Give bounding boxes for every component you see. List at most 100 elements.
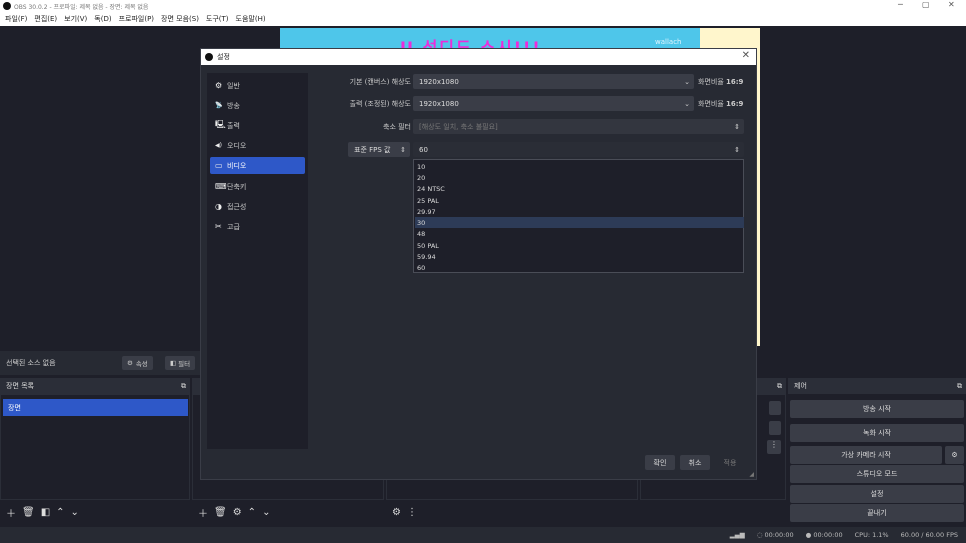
- exit-button[interactable]: 끝내기: [790, 504, 964, 522]
- menu-tools[interactable]: 도구(T): [206, 14, 229, 24]
- output-resolution-label: 출력 (조정된) 해상도: [349, 100, 411, 108]
- remove-scene-button[interactable]: 🗑: [22, 507, 35, 518]
- fps-option[interactable]: 20: [415, 172, 744, 183]
- scenes-dock-header: 장면 목록 ⧉: [0, 378, 190, 394]
- canvas-watermark: wallach: [655, 38, 682, 46]
- sidebar-item-label: 단축키: [227, 182, 247, 191]
- audio-settings-icon[interactable]: ⚙: [392, 507, 401, 518]
- sidebar-item-advanced[interactable]: ✂ 고급: [210, 218, 305, 235]
- output-aspect-ratio: 화면비율 16:9: [698, 100, 744, 108]
- resize-grip-icon[interactable]: ◢: [749, 471, 754, 478]
- menu-edit[interactable]: 편집(E): [34, 14, 57, 24]
- base-resolution-value: 1920x1080: [419, 77, 459, 86]
- menu-profile[interactable]: 프로파일(P): [119, 14, 154, 24]
- downscale-filter-label: 축소 필터: [383, 123, 411, 131]
- fps-value: 60: [419, 145, 428, 154]
- fps-option[interactable]: 24 NTSC: [415, 183, 744, 194]
- base-aspect-ratio: 화면비율 16:9: [698, 78, 744, 86]
- menu-view[interactable]: 보기(V): [64, 14, 87, 24]
- sidebar-item-label: 오디오: [227, 141, 247, 150]
- menu-dock[interactable]: 독(D): [94, 14, 111, 24]
- minimize-button[interactable]: ─: [898, 0, 903, 9]
- sidebar-item-hotkeys[interactable]: ⌨ 단축키: [210, 178, 305, 195]
- keyboard-icon: ⌨: [215, 182, 227, 191]
- fps-option[interactable]: 60: [415, 262, 744, 273]
- add-source-button[interactable]: ＋: [198, 505, 208, 520]
- sidebar-item-audio[interactable]: ◀) 오디오: [210, 137, 305, 154]
- sidebar-item-accessibility[interactable]: ◑ 접근성: [210, 198, 305, 215]
- start-streaming-button[interactable]: 방송 시작: [790, 400, 964, 418]
- source-up-button[interactable]: ⌃: [248, 507, 256, 518]
- add-scene-button[interactable]: ＋: [6, 505, 16, 520]
- signal-icon: ▂▄▆: [729, 531, 745, 539]
- properties-button[interactable]: ⚙ 속성: [122, 356, 153, 370]
- studio-mode-button[interactable]: 스튜디오 모드: [790, 465, 964, 483]
- status-bar: ▂▄▆ ◌ 00:00:00 ● 00:00:00 CPU: 1.1% 60.0…: [0, 527, 966, 543]
- fps-option[interactable]: 50 PAL: [415, 240, 744, 251]
- fps-type-combo[interactable]: 표준 FPS 값 ⇕: [348, 142, 410, 157]
- fps-option-highlighted[interactable]: 30: [415, 217, 744, 229]
- undock-icon[interactable]: ⧉: [957, 382, 962, 391]
- downscale-filter-combo: [해상도 일치, 축소 불필요] ⇕: [413, 119, 744, 134]
- settings-dialog: 설정 ✕ ⚙ 일반 📡 방송 🖳 출력 ◀) 오디오 ▭ 비디오 ⌨ 단축키 ◑ 접근성 ✂ 고…: [200, 48, 757, 480]
- fps-option[interactable]: 59.94: [415, 251, 744, 262]
- ok-button[interactable]: 확인: [645, 455, 675, 470]
- menu-help[interactable]: 도움말(H): [236, 14, 266, 24]
- source-toolbar: 선택된 소스 없음 ⚙ 속성 ◧ 필터: [0, 351, 200, 375]
- record-status: ● 00:00:00: [805, 531, 843, 539]
- start-virtual-camera-button[interactable]: 가상 카메라 시작: [790, 446, 942, 464]
- monitor-icon: ▭: [215, 161, 223, 170]
- base-resolution-combo[interactable]: 1920x1080 ⌄: [413, 74, 694, 89]
- start-recording-button[interactable]: 녹화 시작: [790, 424, 964, 442]
- source-down-button[interactable]: ⌄: [262, 507, 270, 518]
- scene-item[interactable]: 장면: [3, 399, 188, 416]
- cpu-usage: CPU: 1.1%: [854, 531, 889, 539]
- sidebar-item-label: 접근성: [227, 202, 247, 211]
- scenes-list: 장면: [0, 394, 190, 500]
- close-window-button[interactable]: ✕: [948, 0, 955, 9]
- fps-dropdown-list: 10 20 24 NTSC 25 PAL 29.97 30 48 50 PAL …: [413, 159, 744, 273]
- fps-option[interactable]: 48: [415, 228, 744, 239]
- close-dialog-button[interactable]: ✕: [742, 50, 750, 61]
- output-resolution-combo[interactable]: 1920x1080 ⌄: [413, 96, 694, 111]
- duration-spinner[interactable]: [769, 421, 781, 435]
- virtual-camera-settings-button[interactable]: ⚙: [945, 446, 964, 464]
- transition-select[interactable]: [769, 401, 781, 415]
- source-settings-button[interactable]: ⚙: [233, 507, 242, 518]
- settings-title: 설정: [217, 53, 230, 61]
- move-down-button[interactable]: ⌄: [71, 507, 79, 518]
- scenes-toolbar: ＋ 🗑 ◧ ⌃ ⌄: [0, 500, 190, 524]
- updown-icon: ⇕: [734, 122, 740, 131]
- scenes-dock-title: 장면 목록: [6, 382, 34, 390]
- undock-icon[interactable]: ⧉: [181, 382, 186, 391]
- fps-option[interactable]: 10: [415, 161, 744, 172]
- settings-button[interactable]: 설정: [790, 485, 964, 503]
- speaker-icon: ◀): [215, 142, 222, 149]
- menu-file[interactable]: 파일(F): [5, 14, 27, 24]
- remove-source-button[interactable]: 🗑: [214, 507, 227, 518]
- window-titlebar: OBS 30.0.2 - 프로파일: 제목 없음 - 장면: 제목 없음 ─ ▢…: [0, 0, 966, 12]
- fps-option[interactable]: 29.97: [415, 206, 744, 217]
- cancel-button[interactable]: 취소: [680, 455, 710, 470]
- fps-type-value: 표준 FPS 값: [354, 145, 391, 154]
- transition-menu-button[interactable]: ⋮: [767, 440, 781, 454]
- obs-logo-icon: [3, 2, 11, 10]
- gear-icon: ⚙: [951, 451, 958, 459]
- sources-toolbar: ＋ 🗑 ⚙ ⌃ ⌄: [192, 500, 382, 524]
- scene-filter-button[interactable]: ◧: [41, 507, 50, 518]
- sidebar-item-video[interactable]: ▭ 비디오: [210, 157, 305, 174]
- maximize-button[interactable]: ▢: [922, 0, 930, 9]
- sidebar-item-label: 비디오: [227, 161, 247, 170]
- fps-value-combo[interactable]: 60 ⇕: [413, 142, 744, 157]
- audio-menu-icon[interactable]: ⋮: [407, 507, 417, 518]
- undock-icon[interactable]: ⧉: [777, 382, 782, 391]
- move-up-button[interactable]: ⌃: [56, 507, 64, 518]
- filters-button[interactable]: ◧ 필터: [165, 356, 196, 370]
- filters-label: 필터: [178, 360, 191, 368]
- obs-logo-icon: [205, 53, 213, 61]
- properties-label: 속성: [135, 360, 148, 368]
- fps-option[interactable]: 25 PAL: [415, 195, 744, 206]
- menu-scene-collection[interactable]: 장면 모음(S): [161, 14, 199, 24]
- filter-icon: ◧: [170, 359, 177, 367]
- apply-button[interactable]: 적용: [715, 455, 745, 470]
